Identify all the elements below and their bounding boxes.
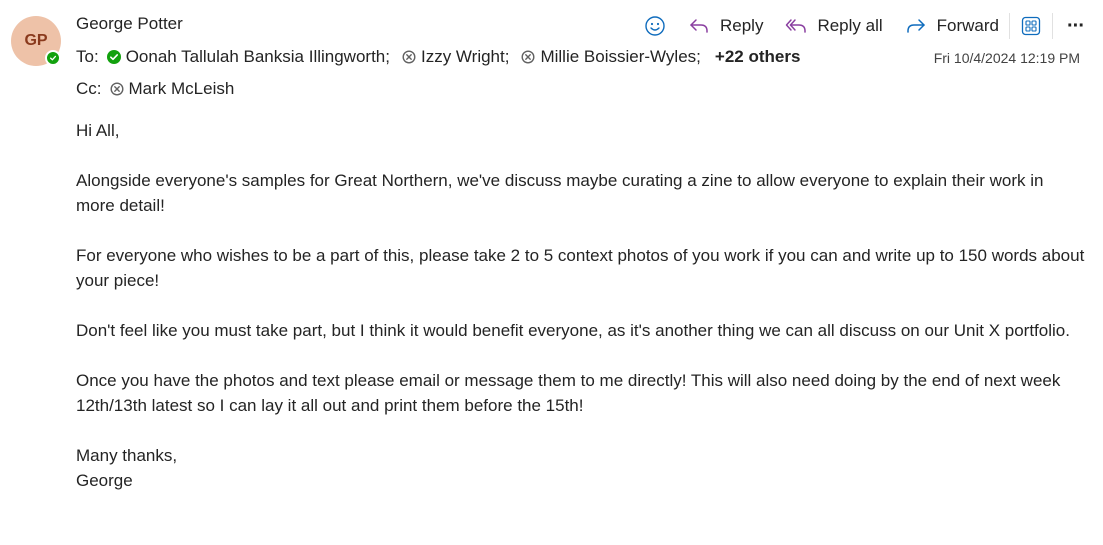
blocked-icon [402,50,416,64]
avatar-initials: GP [24,32,48,49]
toolbar-divider [1052,13,1054,39]
body-paragraph: Once you have the photos and text please… [76,371,1061,415]
forward-icon [906,19,925,33]
more-actions-button[interactable]: ··· [1063,15,1088,38]
forward-label: Forward [936,16,1000,35]
sent-date: Fri 10/4/2024 12:19 PM [933,50,1080,66]
emoji-icon [645,16,665,36]
cc-label: Cc: [76,79,102,98]
reply-all-button[interactable]: Reply all [785,15,883,37]
sender-name[interactable]: George Potter [76,14,183,34]
signoff: Many thanks, [76,446,178,465]
message-toolbar: Reply Reply all Forward ··· [644,12,1088,40]
recipient-name: Oonah Tallulah Banksia Illingworth; [125,47,390,66]
forward-button[interactable]: Forward [905,15,999,37]
recipient-name: Millie Boissier-Wyles; [540,47,701,66]
message-body: Hi All, Alongside everyone's samples for… [76,118,1086,493]
recipient[interactable]: Oonah Tallulah Banksia Illingworth; [106,47,390,67]
reply-label: Reply [719,16,764,35]
to-label: To: [76,47,99,66]
apps-button[interactable] [1020,15,1042,37]
signature: George [76,471,133,490]
reply-button[interactable]: Reply [688,15,763,37]
body-paragraph: Don't feel like you must take part, but … [76,321,1070,340]
reply-icon [690,19,708,33]
emoji-reaction-button[interactable] [644,15,666,37]
apps-icon [1021,16,1041,36]
greeting: Hi All, [76,121,120,140]
more-icon: ··· [1067,14,1085,37]
presence-available-icon [45,50,61,66]
body-paragraph: For everyone who wishes to be a part of … [76,246,1085,290]
body-paragraph: Alongside everyone's samples for Great N… [76,171,1044,215]
recipient[interactable]: Izzy Wright; [402,47,509,67]
recipient-name: Izzy Wright; [420,47,510,66]
to-line: To: Oonah Tallulah Banksia Illingworth; … [76,47,800,67]
reply-all-label: Reply all [817,16,883,35]
recipient-name: Mark McLeish [128,79,235,98]
more-recipients-link[interactable]: +22 others [715,47,801,67]
available-icon [106,50,121,64]
blocked-icon [109,82,124,96]
reply-all-icon [786,19,807,33]
cc-line: Cc: Mark McLeish [76,79,246,99]
recipient[interactable]: Mark McLeish [109,79,235,99]
blocked-icon [521,50,535,64]
recipient[interactable]: Millie Boissier-Wyles; [521,47,701,67]
toolbar-divider [1009,13,1011,39]
